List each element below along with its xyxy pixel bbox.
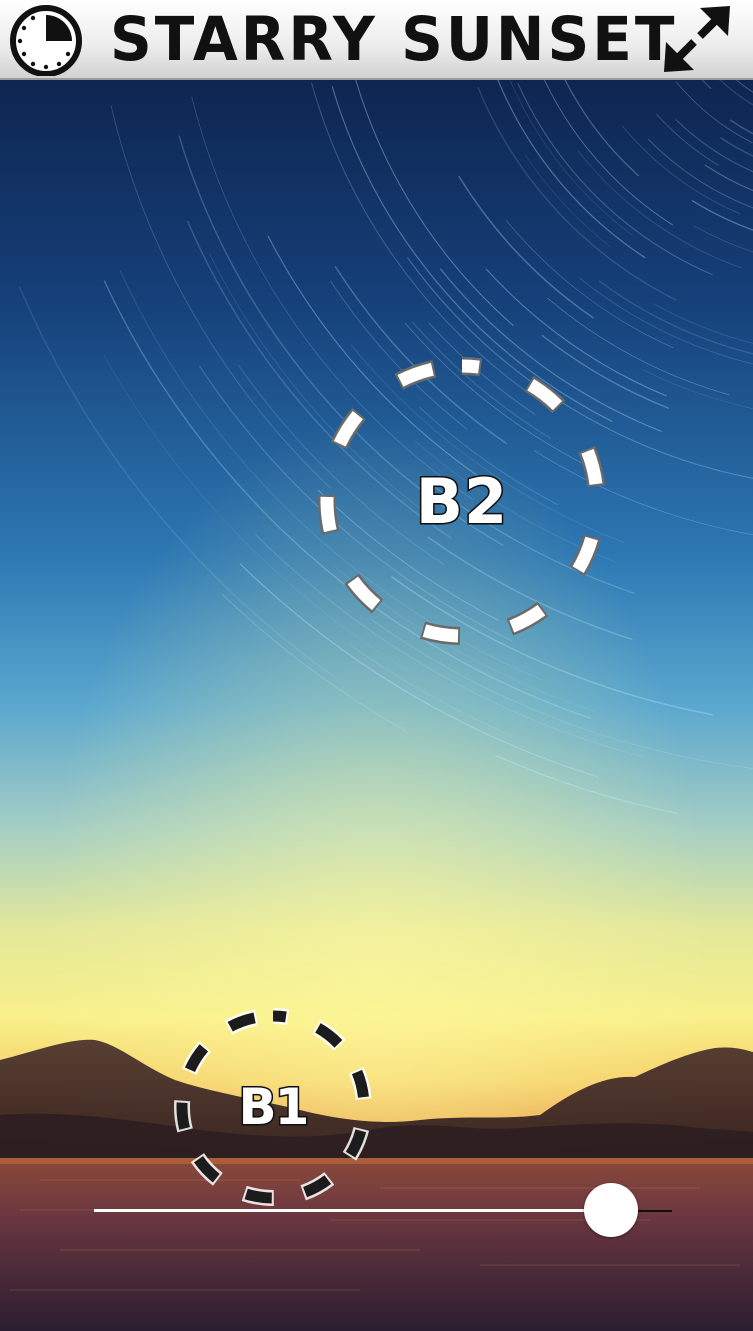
target-b2-label: B2	[414, 463, 509, 539]
slider-track-filled	[94, 1209, 611, 1212]
fullscreen-button[interactable]	[660, 4, 734, 76]
target-b1-label: B1	[237, 1077, 311, 1138]
expand-arrows-icon	[664, 6, 730, 72]
target-b1[interactable]: B1	[171, 1005, 375, 1209]
scene-artwork	[0, 80, 753, 1331]
slider-thumb[interactable]	[584, 1183, 638, 1237]
target-b2[interactable]: B2	[316, 355, 608, 647]
game-title: STARRY SUNSET	[110, 3, 678, 75]
timeline-slider[interactable]	[94, 1182, 672, 1238]
timer-button[interactable]	[6, 4, 86, 77]
starry-sunset-scene[interactable]	[0, 80, 753, 1331]
stopwatch-icon	[10, 5, 82, 77]
header-bar: STARRY SUNSET	[0, 0, 753, 80]
game-screen: STARRY SUNSET B2 B1	[0, 0, 753, 1331]
